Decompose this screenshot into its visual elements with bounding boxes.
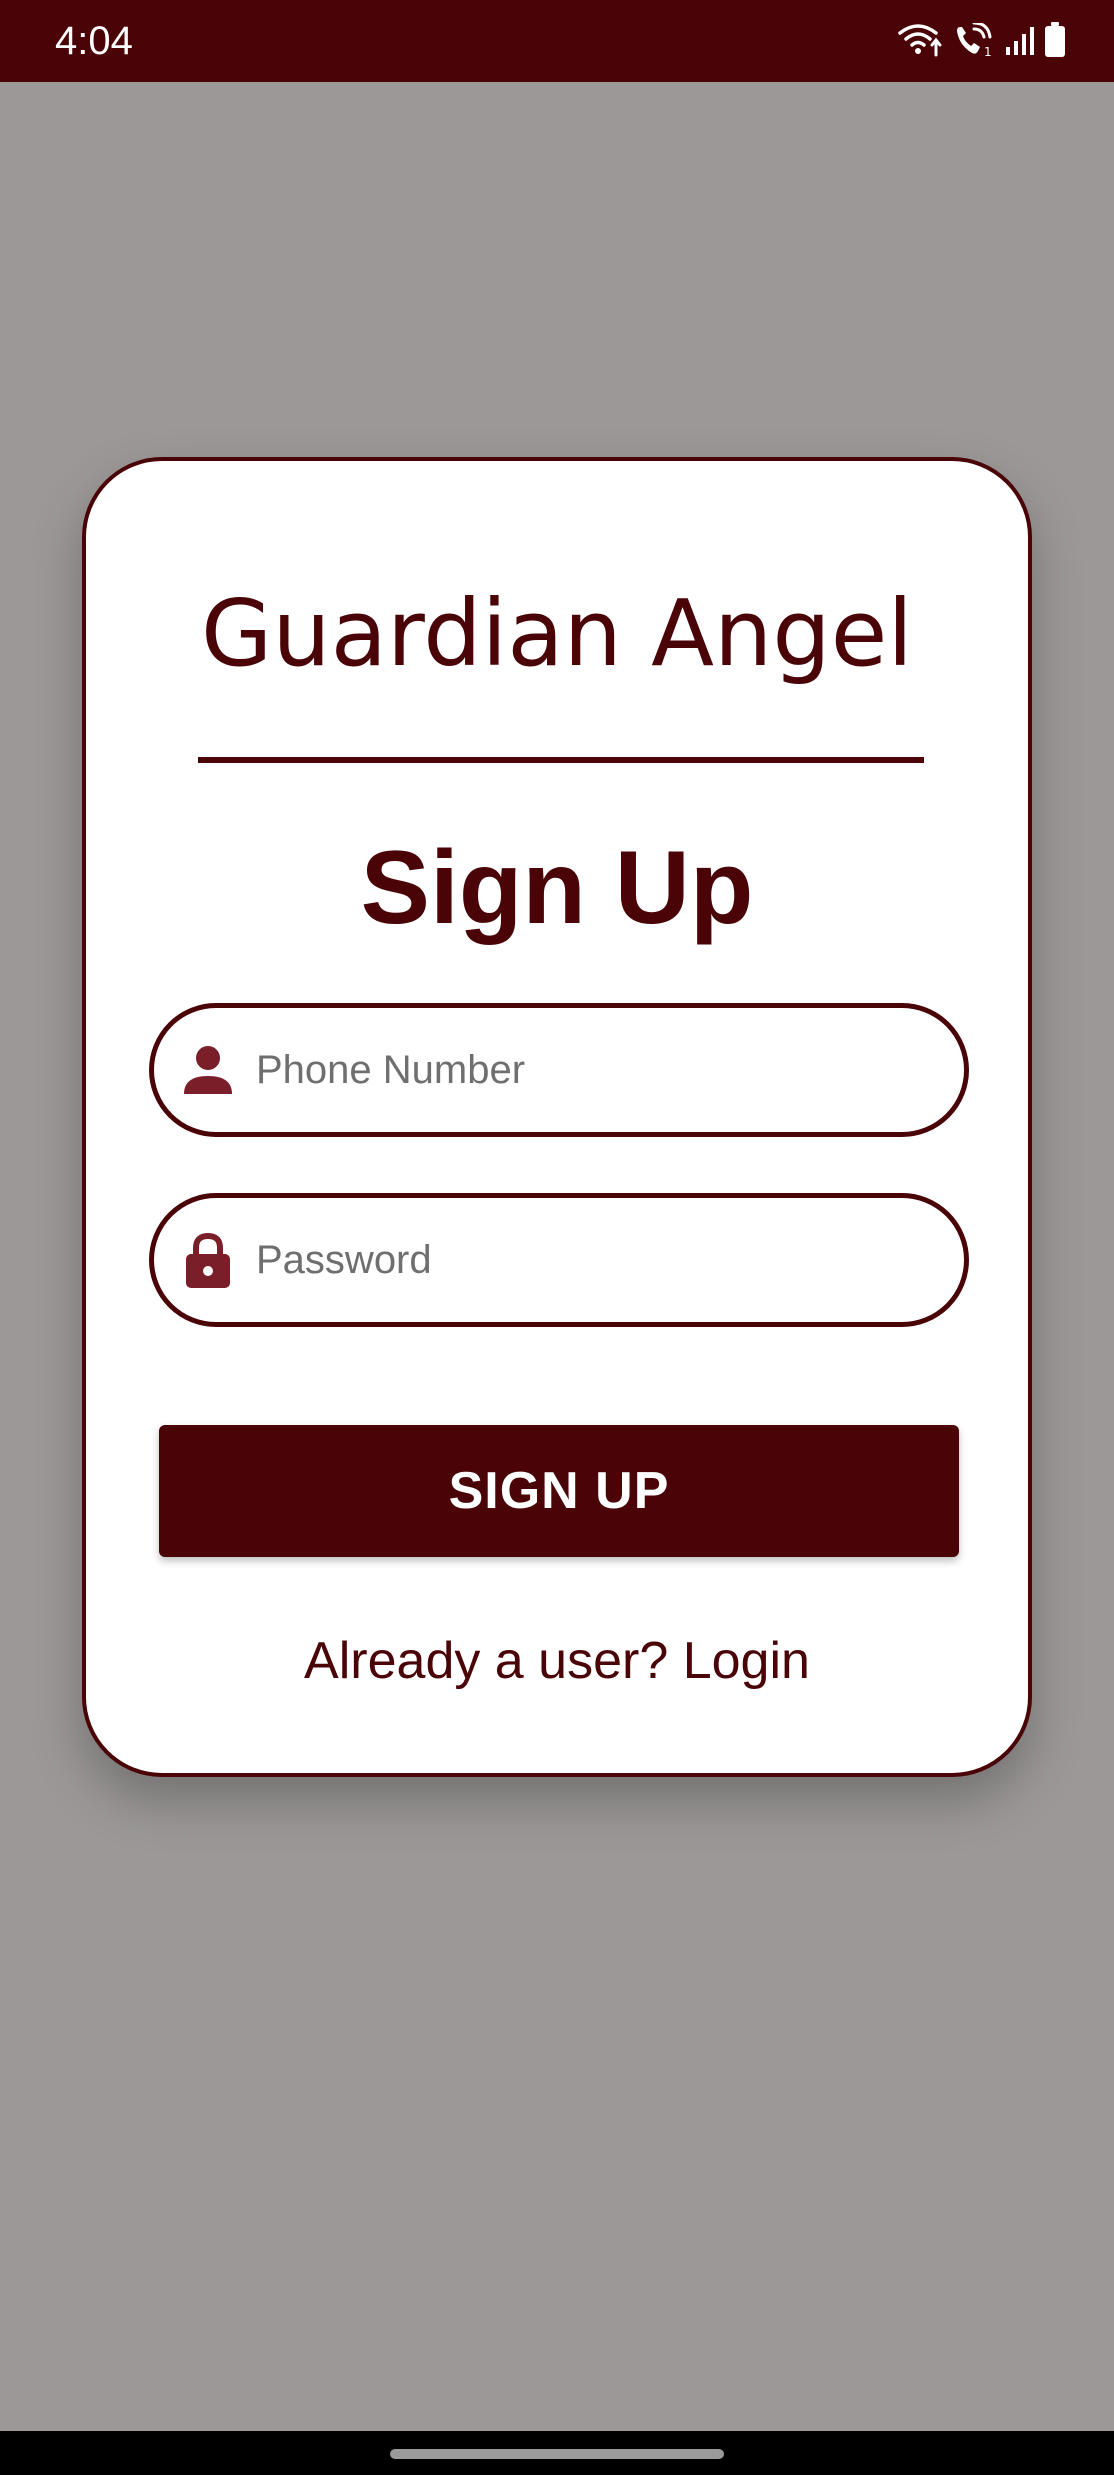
signal-icon [1004, 25, 1034, 55]
app-title: Guardian Angel [201, 580, 913, 687]
signup-button[interactable]: SIGN UP [159, 1425, 959, 1557]
title-divider [198, 757, 924, 763]
lock-icon [180, 1232, 236, 1288]
password-input[interactable] [256, 1220, 946, 1300]
password-field[interactable] [149, 1193, 969, 1327]
status-bar: 4:04 1 [0, 0, 1114, 82]
wifi-calling-icon [898, 23, 944, 57]
volte-call-icon: 1 [954, 23, 994, 57]
signup-card: Guardian Angel Sign Up SIGN UP Already a… [82, 457, 1032, 1777]
home-indicator[interactable] [390, 2449, 724, 2459]
navigation-bar [0, 2431, 1114, 2475]
status-time: 4:04 [55, 19, 133, 63]
battery-icon [1044, 22, 1066, 58]
login-link[interactable]: Already a user? Login [86, 1629, 1028, 1693]
phone-number-field[interactable] [149, 1003, 969, 1137]
status-icons: 1 [898, 20, 1066, 60]
page-heading: Sign Up [360, 830, 754, 946]
svg-text:1: 1 [984, 45, 992, 57]
person-icon [180, 1042, 236, 1098]
phone-number-input[interactable] [256, 1030, 946, 1110]
